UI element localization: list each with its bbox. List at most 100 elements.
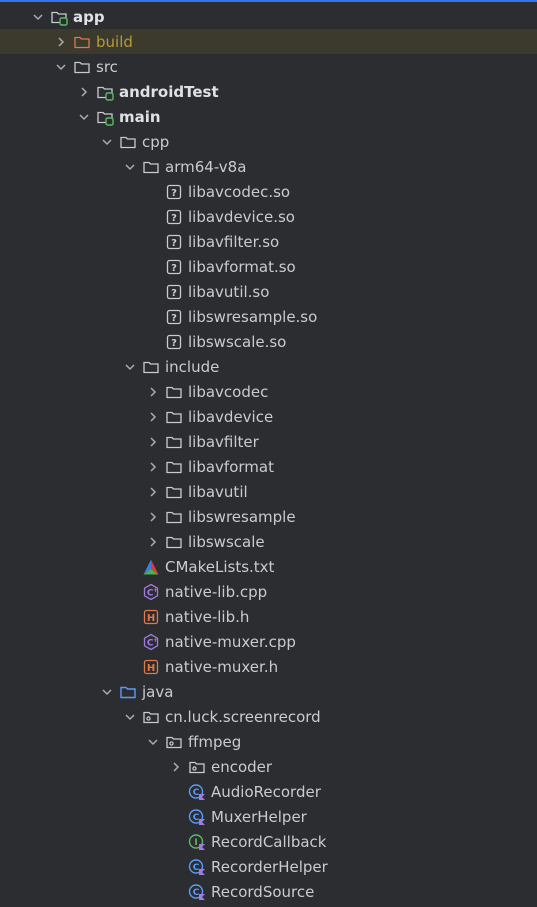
tree-item-app[interactable]: app — [0, 4, 537, 29]
tree-item-muxerhelper[interactable]: C MuxerHelper — [0, 804, 537, 829]
tree-item-label: arm64-v8a — [165, 157, 247, 176]
chevron-down-icon[interactable] — [99, 134, 115, 150]
tree-item-include[interactable]: include — [0, 354, 537, 379]
tree-item-native-muxer-h[interactable]: Hnative-muxer.h — [0, 654, 537, 679]
svg-text:C: C — [193, 888, 200, 898]
chevron-down-icon[interactable] — [145, 734, 161, 750]
chevron-right-icon[interactable] — [145, 434, 161, 450]
tree-item-label: libavfilter.so — [188, 232, 280, 251]
tree-item-libavutil-so[interactable]: ? libavutil.so — [0, 279, 537, 304]
tree-item-cmakelists-txt[interactable]: CMakeLists.txt — [0, 554, 537, 579]
tree-item-libavfilter-so[interactable]: ? libavfilter.so — [0, 229, 537, 254]
tree-item-libswresample-so[interactable]: ? libswresample.so — [0, 304, 537, 329]
chevron-down-icon[interactable] — [122, 159, 138, 175]
folder-icon — [165, 408, 183, 426]
package-folder-icon — [165, 733, 183, 751]
tree-item-native-muxer-cpp[interactable]: C + native-muxer.cpp — [0, 629, 537, 654]
chevron-right-icon[interactable] — [145, 409, 161, 425]
tree-item-arm64-v8a[interactable]: arm64-v8a — [0, 154, 537, 179]
chevron-right-icon[interactable] — [145, 459, 161, 475]
tree-item-recordsource[interactable]: C RecordSource — [0, 879, 537, 904]
unknown-file-icon: ? — [165, 208, 183, 226]
kotlin-class-icon: C — [188, 808, 206, 826]
tree-item-build[interactable]: build — [0, 29, 537, 54]
svg-text:C: C — [193, 863, 200, 873]
chevron-right-icon[interactable] — [145, 534, 161, 550]
chevron-down-icon[interactable] — [53, 59, 69, 75]
package-folder-icon — [188, 758, 206, 776]
tree-item-cn-luck-screenrecord[interactable]: cn.luck.screenrecord — [0, 704, 537, 729]
folder-icon — [165, 433, 183, 451]
tree-item-libavcodec-so[interactable]: ? libavcodec.so — [0, 179, 537, 204]
module-folder-icon — [96, 108, 114, 126]
tree-item-libavformat[interactable]: libavformat — [0, 454, 537, 479]
chevron-down-icon[interactable] — [99, 684, 115, 700]
chevron-down-icon[interactable] — [76, 109, 92, 125]
tree-item-libavutil[interactable]: libavutil — [0, 479, 537, 504]
chevron-right-icon[interactable] — [76, 84, 92, 100]
folder-icon — [165, 383, 183, 401]
tree-item-label: libswresample — [188, 507, 296, 526]
svg-text:H: H — [147, 613, 155, 624]
tree-item-libswscale[interactable]: libswscale — [0, 529, 537, 554]
tree-item-audiorecorder[interactable]: C AudioRecorder — [0, 779, 537, 804]
tree-item-libavfilter[interactable]: libavfilter — [0, 429, 537, 454]
tree-item-label: RecordSource — [211, 882, 315, 901]
svg-text:+: + — [153, 637, 158, 644]
tree-item-java[interactable]: java — [0, 679, 537, 704]
unknown-file-icon: ? — [165, 308, 183, 326]
tree-item-native-lib-h[interactable]: Hnative-lib.h — [0, 604, 537, 629]
chevron-right-icon[interactable] — [145, 384, 161, 400]
cpp-file-icon: C + — [142, 633, 160, 651]
chevron-down-icon[interactable] — [30, 9, 46, 25]
tree-item-libavdevice[interactable]: libavdevice — [0, 404, 537, 429]
tree-item-libavcodec[interactable]: libavcodec — [0, 379, 537, 404]
svg-text:?: ? — [171, 238, 177, 249]
tree-item-label: app — [73, 7, 105, 26]
top-accent-line — [0, 0, 537, 2]
tree-item-label: libavcodec — [188, 382, 269, 401]
tree-item-label: libavfilter — [188, 432, 259, 451]
tree-item-ffmpeg[interactable]: ffmpeg — [0, 729, 537, 754]
folder-icon — [73, 58, 91, 76]
tree-item-libswscale-so[interactable]: ? libswscale.so — [0, 329, 537, 354]
tree-item-recordcallback[interactable]: I RecordCallback — [0, 829, 537, 854]
module-folder-icon — [96, 83, 114, 101]
tree-item-label: encoder — [211, 757, 273, 776]
folder-icon — [165, 483, 183, 501]
tree-item-label: native-muxer.cpp — [165, 632, 296, 651]
chevron-down-icon[interactable] — [122, 359, 138, 375]
tree-item-label: libavformat — [188, 457, 274, 476]
kotlin-class-icon: C — [188, 858, 206, 876]
chevron-right-icon[interactable] — [145, 509, 161, 525]
tree-item-recorderhelper[interactable]: C RecorderHelper — [0, 854, 537, 879]
tree-item-label: libswscale.so — [188, 332, 287, 351]
tree-item-libavformat-so[interactable]: ? libavformat.so — [0, 254, 537, 279]
tree-item-native-lib-cpp[interactable]: C + native-lib.cpp — [0, 579, 537, 604]
kotlin-interface-icon: I — [188, 833, 206, 851]
tree-item-label: libavdevice — [188, 407, 274, 426]
unknown-file-icon: ? — [165, 333, 183, 351]
tree-item-label: build — [96, 32, 133, 51]
tree-item-label: RecordCallback — [211, 832, 327, 851]
tree-item-cpp[interactable]: cpp — [0, 129, 537, 154]
tree-item-androidtest[interactable]: androidTest — [0, 79, 537, 104]
tree-item-label: libavutil.so — [188, 282, 270, 301]
tree-item-libswresample[interactable]: libswresample — [0, 504, 537, 529]
chevron-right-icon[interactable] — [145, 484, 161, 500]
tree-item-main[interactable]: main — [0, 104, 537, 129]
svg-text:?: ? — [171, 288, 177, 299]
tree-item-label: main — [119, 107, 161, 126]
tree-item-libavdevice-so[interactable]: ? libavdevice.so — [0, 204, 537, 229]
package-folder-icon — [142, 708, 160, 726]
tree-item-label: native-lib.h — [165, 607, 250, 626]
tree-item-encoder[interactable]: encoder — [0, 754, 537, 779]
kotlin-class-icon: C — [188, 783, 206, 801]
chevron-down-icon[interactable] — [122, 709, 138, 725]
tree-item-label: AudioRecorder — [211, 782, 321, 801]
tree-item-label: cn.luck.screenrecord — [165, 707, 321, 726]
tree-item-src[interactable]: src — [0, 54, 537, 79]
svg-text:?: ? — [171, 263, 177, 274]
chevron-right-icon[interactable] — [53, 34, 69, 50]
chevron-right-icon[interactable] — [168, 759, 184, 775]
